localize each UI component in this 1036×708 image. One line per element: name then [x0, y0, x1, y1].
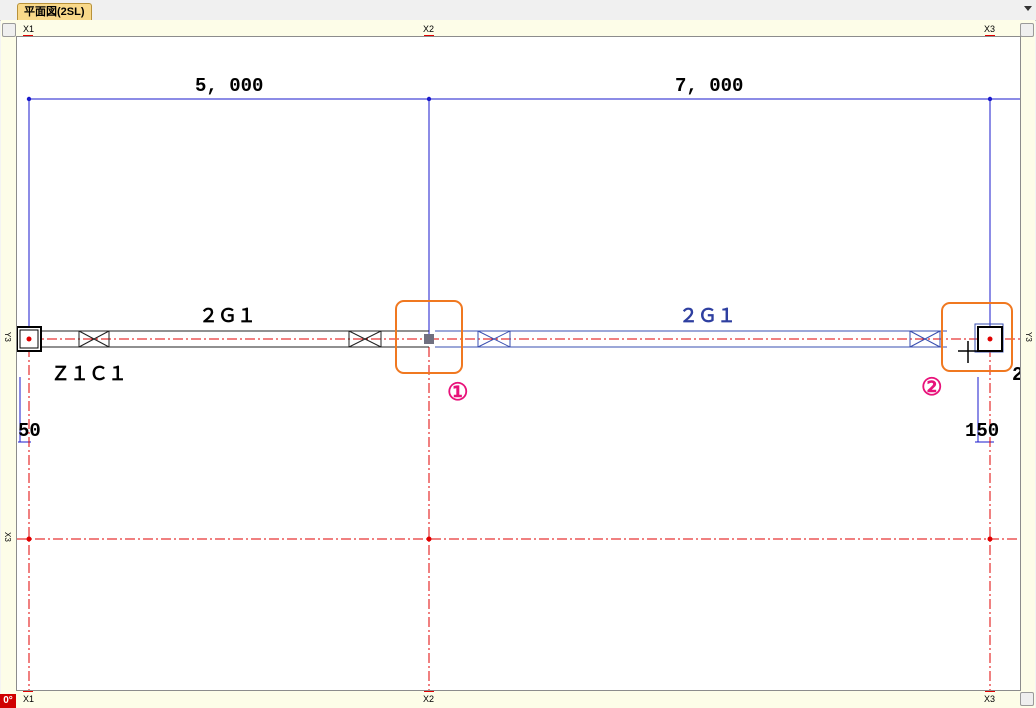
corner-handle-top-left[interactable]	[2, 23, 16, 37]
offset-label-150: 150	[965, 420, 999, 442]
dim-label-5000: 5, 000	[195, 75, 263, 97]
tab-plan-view[interactable]: 平面図(2SL)	[17, 3, 92, 20]
drawing-frame: X1 X2 X3 X1 X2 X3 Y3 X3 Y3 5, 000 7, 000…	[1, 20, 1035, 708]
column-left	[16, 326, 42, 352]
ruler-left-x3: X3	[3, 532, 12, 542]
grid-node	[987, 536, 993, 542]
offset-label-50: 50	[18, 420, 41, 442]
plan-drawing: 5, 000 7, 000 ２Ｇ１ ２Ｇ１ Ｚ１Ｃ１ 50 150 ① ② 2	[16, 75, 1023, 690]
rotation-indicator: 0°	[0, 694, 16, 708]
grid-node	[26, 536, 32, 542]
dim-dot	[26, 96, 32, 102]
beam-label-left: ２Ｇ１	[199, 306, 256, 328]
ruler-left-y3: Y3	[3, 332, 12, 342]
column-label: Ｚ１Ｃ１	[51, 364, 127, 386]
dim-label-7000: 7, 000	[675, 75, 743, 97]
ruler-top-x3: X3	[984, 24, 996, 34]
corner-handle-bottom-right[interactable]	[1020, 692, 1034, 706]
mid-node	[424, 334, 434, 344]
tab-dropdown-icon[interactable]	[1024, 6, 1032, 11]
beam-label-right: ２Ｇ１	[679, 306, 736, 328]
ruler-top-x1: X1	[23, 24, 35, 34]
grid-node	[426, 536, 432, 542]
ruler-bottom-x2: X2	[423, 694, 435, 704]
tab-bar: 平面図(2SL)	[0, 0, 1036, 21]
column-right	[974, 323, 1004, 353]
dim-dot	[987, 96, 993, 102]
marker-1: ①	[447, 381, 469, 408]
marker-2: ②	[921, 376, 943, 403]
ruler-top-x2: X2	[423, 24, 435, 34]
ruler-bottom-x3: X3	[984, 694, 996, 704]
dim-dot	[426, 96, 432, 102]
corner-handle-top-right[interactable]	[1020, 23, 1034, 37]
ruler-bottom-x1: X1	[23, 694, 35, 704]
partial-column-label: 2	[1012, 364, 1020, 386]
ruler-right-y3: Y3	[1024, 332, 1033, 342]
drawing-canvas[interactable]: 5, 000 7, 000 ２Ｇ１ ２Ｇ１ Ｚ１Ｃ１ 50 150 ① ② 2	[16, 36, 1023, 691]
